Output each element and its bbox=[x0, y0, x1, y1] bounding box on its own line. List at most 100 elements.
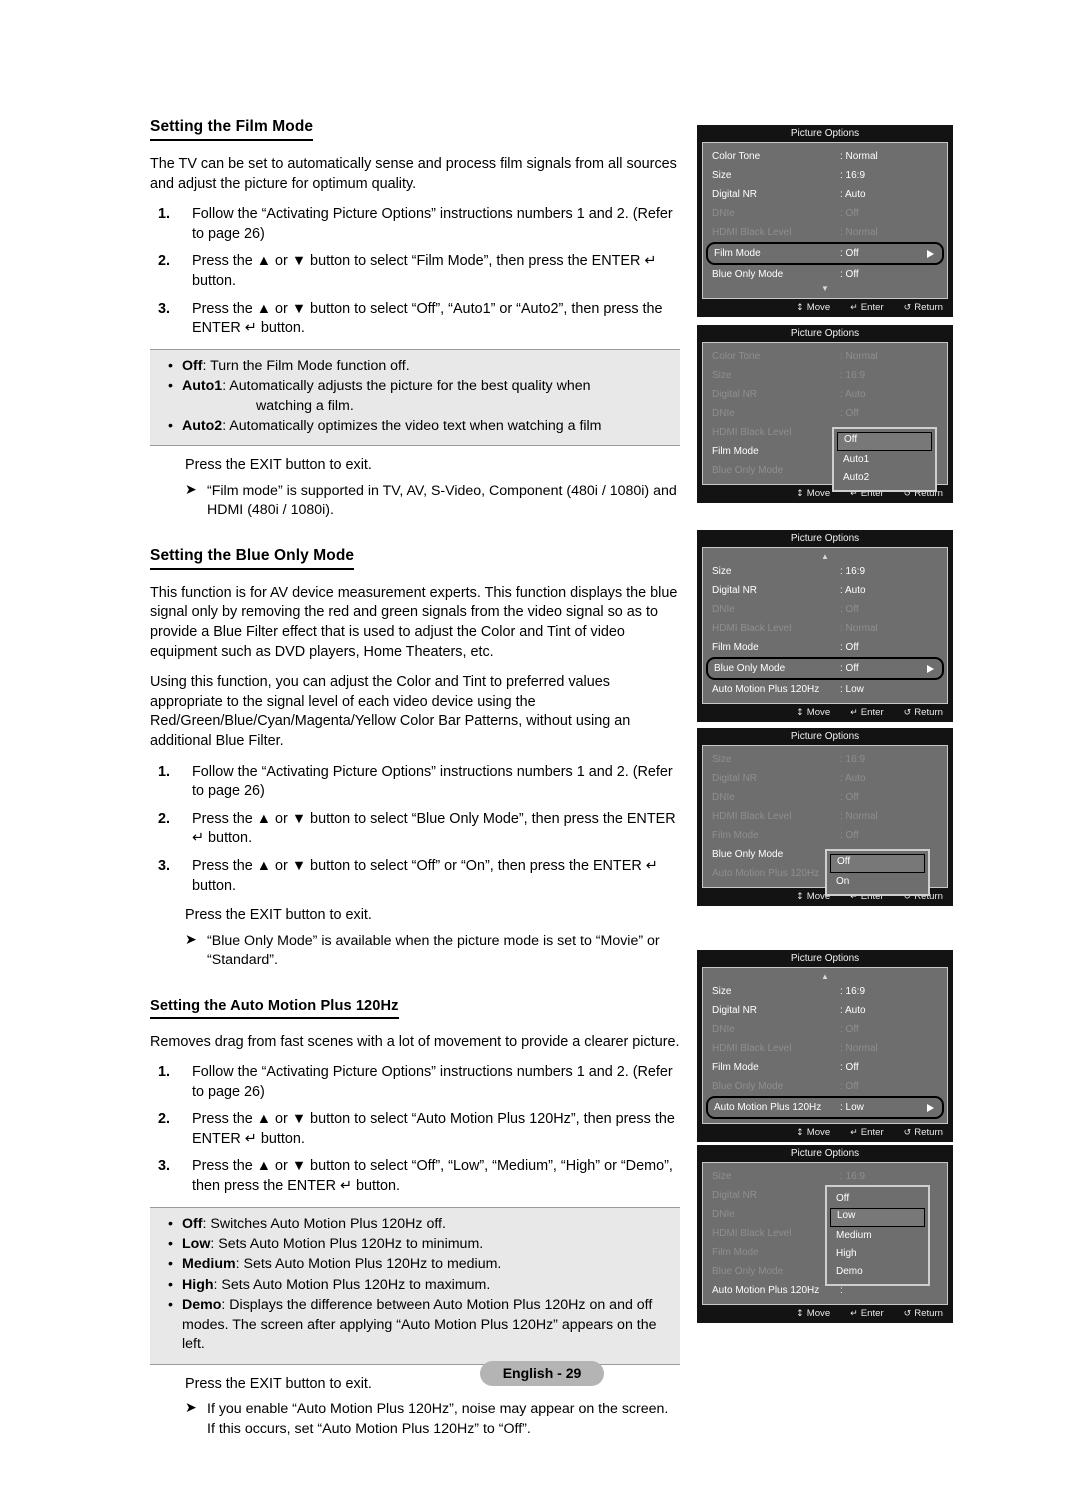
step-text: Follow the “Activating Picture Options” … bbox=[192, 1064, 673, 1100]
note-arrow-icon: ➤ bbox=[185, 1400, 197, 1417]
note-text: If you enable “Auto Motion Plus 120Hz”, … bbox=[207, 1401, 669, 1437]
osd-menu-item-value: : Normal bbox=[840, 1043, 878, 1054]
osd-dropdown-option[interactable]: High bbox=[830, 1245, 925, 1263]
osd-menu-item[interactable]: Size: 16:9 bbox=[703, 366, 947, 385]
osd-menu-item[interactable]: Size: 16:9 bbox=[703, 750, 947, 769]
osd-dropdown-option[interactable]: Low bbox=[830, 1208, 925, 1227]
osd-menu-item[interactable]: Digital NR: Auto bbox=[703, 1001, 947, 1020]
osd-hint-label: Return bbox=[914, 707, 943, 718]
osd-menu-body: Size: 16:9 Digital NR: Auto DNIe: Off HDMI … bbox=[702, 745, 948, 896]
osd-menu-item[interactable]: Blue Only Mode: Off bbox=[703, 1077, 947, 1096]
osd-hint-return: ↺ Return bbox=[904, 1124, 943, 1142]
osd-hint-enter: ↵ Enter bbox=[850, 1124, 883, 1142]
osd-menu-item-label: Auto Motion Plus 120Hz bbox=[712, 868, 820, 879]
osd-menu-item[interactable]: Film Mode: Off bbox=[703, 826, 947, 845]
osd-menu-item-value: : 16:9 bbox=[840, 1171, 866, 1182]
osd-menu-item[interactable]: Color Tone: Normal bbox=[703, 347, 947, 366]
osd-menu-item[interactable]: Digital NR: Auto bbox=[703, 769, 947, 788]
osd-menu-item[interactable]: Size: 16:9 bbox=[703, 562, 947, 581]
osd-dropdown-option[interactable]: Auto1 bbox=[837, 451, 932, 469]
osd-menu-item-value: : 16:9 bbox=[840, 370, 866, 381]
option-term: Auto2 bbox=[182, 417, 223, 434]
option-term: Low bbox=[182, 1236, 211, 1253]
option-desc: : Displays the difference between Auto M… bbox=[182, 1297, 657, 1353]
osd-menu-item[interactable]: DNIe: Off bbox=[703, 1020, 947, 1039]
osd-menu-item-value: : Normal bbox=[840, 151, 878, 162]
osd-menu-item[interactable]: Blue Only Mode: Off bbox=[706, 657, 944, 680]
step-text: Press the ▲ or ▼ button to select “Off”,… bbox=[192, 300, 663, 337]
osd-menu-item[interactable]: DNIe: Off bbox=[703, 204, 947, 223]
osd-dropdown[interactable]: Off Low Medium High Demo bbox=[825, 1185, 930, 1286]
osd-menu-item[interactable]: HDMI Black Level : Normal bbox=[703, 807, 947, 826]
step-text: Press the ▲ or ▼ button to select “Off”,… bbox=[192, 1158, 673, 1195]
osd-menu-item-label: HDMI Black Level bbox=[712, 811, 792, 822]
osd-menu-item-value: : Off bbox=[840, 642, 859, 653]
osd-menu-item[interactable]: Film Mode: Off bbox=[703, 1058, 947, 1077]
list-item: 1. Follow the “Activating Picture Options… bbox=[150, 1063, 680, 1102]
osd-menu-item[interactable]: Digital NR: Auto bbox=[703, 185, 947, 204]
osd-dropdown-option[interactable]: Off bbox=[830, 1190, 925, 1208]
scroll-down-arrow-icon: ▼ bbox=[821, 284, 829, 293]
osd-menu-item[interactable]: HDMI Black Level: Normal bbox=[703, 619, 947, 638]
osd-dropdown-option[interactable]: Off bbox=[837, 432, 932, 451]
osd-menu-item-label: DNIe bbox=[712, 408, 735, 419]
osd-panel-title: Picture Options bbox=[697, 125, 953, 142]
osd-panel-title: Picture Options bbox=[697, 950, 953, 967]
step-text: Press the ▲ or ▼ button to select “Auto … bbox=[192, 1111, 675, 1147]
osd-dropdown-option[interactable]: Demo bbox=[830, 1263, 925, 1281]
osd-menu-item[interactable]: HDMI Black Level: Normal bbox=[703, 223, 947, 242]
osd-menu-item-value: : 16:9 bbox=[840, 986, 866, 997]
osd-dropdown-option[interactable]: Medium bbox=[830, 1227, 925, 1245]
osd-menu-item-label: Digital NR bbox=[712, 1190, 758, 1201]
osd-menu-item[interactable]: Auto Motion Plus 120Hz: Low bbox=[703, 680, 947, 699]
osd-menu-item-label: HDMI Black Level bbox=[712, 1228, 792, 1239]
osd-panel: Picture Options Color Tone: Normal Size: 1… bbox=[697, 325, 953, 503]
osd-menu-item[interactable]: Blue Only Mode: Off bbox=[703, 265, 947, 284]
osd-menu-item-label: DNIe bbox=[712, 208, 735, 219]
step-text: Press the ▲ or ▼ button to select “Blue … bbox=[192, 810, 676, 847]
osd-panel: Picture Options ▲ Size: 16:9 Digital NR: Au… bbox=[697, 950, 953, 1142]
osd-dropdown-option[interactable]: Auto2 bbox=[837, 469, 932, 487]
osd-menu-item[interactable]: Size: 16:9 bbox=[703, 1167, 947, 1186]
osd-menu-item[interactable]: Digital NR: Auto bbox=[703, 385, 947, 404]
osd-hint-enter: ↵ Enter bbox=[850, 1305, 883, 1323]
note-blue-only-mode: ➤ “Blue Only Mode” is available when the… bbox=[150, 932, 680, 971]
intro-paragraph-2: Using this function, you can adjust the … bbox=[150, 674, 631, 749]
osd-menu-item-value: : Off bbox=[840, 830, 859, 841]
page-number-badge: English - 29 bbox=[480, 1361, 604, 1386]
osd-menu-item[interactable]: Film Mode: Off bbox=[706, 242, 944, 265]
osd-menu-item[interactable]: Size: 16:9 bbox=[703, 166, 947, 185]
osd-hint-move: ↕ Move bbox=[796, 1305, 830, 1323]
osd-menu-item[interactable]: Size: 16:9 bbox=[703, 982, 947, 1001]
osd-hint-label: Enter bbox=[860, 302, 884, 313]
osd-menu-item[interactable]: Film Mode: Off bbox=[703, 638, 947, 657]
osd-menu-item[interactable]: Auto Motion Plus 120Hz: Low bbox=[706, 1096, 944, 1119]
list-item: Auto1: Automatically adjusts the picture… bbox=[168, 377, 670, 416]
move-icon: ↕ bbox=[796, 892, 804, 902]
osd-panel-title: Picture Options bbox=[697, 325, 953, 342]
note-arrow-icon: ➤ bbox=[185, 931, 197, 948]
osd-menu-item[interactable]: DNIe: Off bbox=[703, 404, 947, 423]
scroll-up-arrow-icon: ▲ bbox=[821, 972, 829, 981]
osd-menu-item-value: : Normal bbox=[840, 623, 878, 634]
osd-menu-item-value: : Normal bbox=[840, 811, 878, 822]
osd-menu-item[interactable]: DNIe: Off bbox=[703, 600, 947, 619]
osd-menu-item[interactable]: Digital NR: Auto bbox=[703, 581, 947, 600]
osd-menu-item-value: : Off bbox=[840, 1062, 859, 1073]
option-desc: : Sets Auto Motion Plus 120Hz to medium. bbox=[235, 1256, 502, 1273]
osd-menu-item[interactable]: Color Tone: Normal bbox=[703, 147, 947, 166]
osd-panel-title: Picture Options bbox=[697, 1145, 953, 1162]
option-desc: : Automatically adjusts the picture for … bbox=[222, 378, 591, 395]
osd-menu-item[interactable]: HDMI Black Level: Normal bbox=[703, 1039, 947, 1058]
osd-dropdown-option[interactable]: Off bbox=[830, 854, 925, 873]
scroll-up-arrow-icon: ▲ bbox=[821, 552, 829, 561]
osd-hint-return: ↺ Return bbox=[904, 299, 943, 317]
osd-dropdown-option[interactable]: On bbox=[830, 873, 925, 891]
list-item: Medium: Sets Auto Motion Plus 120Hz to m… bbox=[168, 1255, 670, 1275]
osd-menu-item-label: Digital NR bbox=[712, 189, 758, 200]
osd-menu-item-label: Color Tone bbox=[712, 351, 761, 362]
osd-dropdown[interactable]: Off On bbox=[825, 849, 930, 896]
option-desc: : Switches Auto Motion Plus 120Hz off. bbox=[202, 1215, 446, 1232]
osd-menu-item[interactable]: DNIe: Off bbox=[703, 788, 947, 807]
osd-dropdown[interactable]: Off Auto1 Auto2 bbox=[832, 427, 937, 492]
